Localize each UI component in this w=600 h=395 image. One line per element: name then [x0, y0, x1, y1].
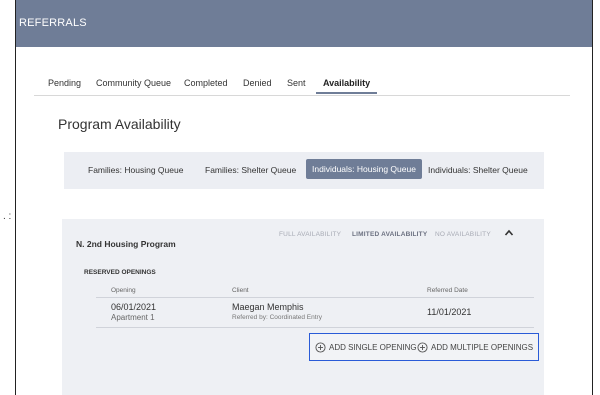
add-multiple-openings-button[interactable]: ADD MULTIPLE OPENINGS [417, 342, 533, 353]
add-multiple-openings-label: ADD MULTIPLE OPENINGS [431, 343, 534, 352]
queue-families-housing[interactable]: Families: Housing Queue [88, 165, 183, 175]
program-card: N. 2nd Housing Program FULL AVAILABILITY… [62, 219, 544, 395]
opening-date: 06/01/2021 [111, 302, 157, 312]
tab-completed[interactable]: Completed [184, 78, 228, 88]
app-header: REFERRALS [16, 0, 592, 47]
table-header-divider [96, 297, 534, 298]
queue-filter-bar: Families: Housing Queue Families: Shelte… [64, 152, 544, 189]
tab-availability[interactable]: Availability [316, 78, 378, 94]
availability-none[interactable]: NO AVAILABILITY [435, 231, 491, 238]
referred-date: 11/01/2021 [427, 307, 472, 317]
referred-by: Referred by: Coordinated Entry [232, 314, 322, 321]
page-title: Program Availability [58, 116, 181, 132]
tab-pending[interactable]: Pending [48, 78, 81, 88]
availability-full[interactable]: FULL AVAILABILITY [279, 231, 341, 238]
add-single-opening-label: ADD SINGLE OPENING [329, 343, 417, 352]
chevron-up-icon[interactable] [504, 229, 514, 237]
plus-circle-icon [315, 342, 326, 353]
add-openings-actions: ADD SINGLE OPENING ADD MULTIPLE OPENINGS [309, 333, 539, 361]
header-title: REFERRALS [19, 17, 87, 29]
client-name[interactable]: Maegan Memphis [232, 302, 304, 312]
tab-denied[interactable]: Denied [243, 78, 272, 88]
queue-individuals-shelter[interactable]: Individuals: Shelter Queue [428, 165, 528, 175]
opening-unit: Apartment 1 [111, 313, 155, 322]
availability-limited[interactable]: LIMITED AVAILABILITY [352, 231, 427, 238]
column-header-client: Client [232, 287, 249, 294]
stray-mark: . : [3, 211, 12, 222]
queue-families-shelter[interactable]: Families: Shelter Queue [205, 165, 296, 175]
queue-individuals-housing[interactable]: Individuals: Housing Queue [306, 159, 422, 179]
add-single-opening-button[interactable]: ADD SINGLE OPENING [315, 342, 417, 353]
column-header-opening: Opening [111, 287, 136, 294]
column-header-referred-date: Referred Date [427, 287, 468, 294]
tab-sent[interactable]: Sent [287, 78, 306, 88]
plus-circle-icon [417, 342, 428, 353]
tab-bar: Pending Community Queue Completed Denied… [34, 76, 570, 96]
tab-community-queue[interactable]: Community Queue [96, 78, 171, 88]
table-row-divider [96, 327, 534, 328]
program-name: N. 2nd Housing Program [76, 239, 176, 249]
reserved-openings-title: RESERVED OPENINGS [84, 269, 156, 276]
